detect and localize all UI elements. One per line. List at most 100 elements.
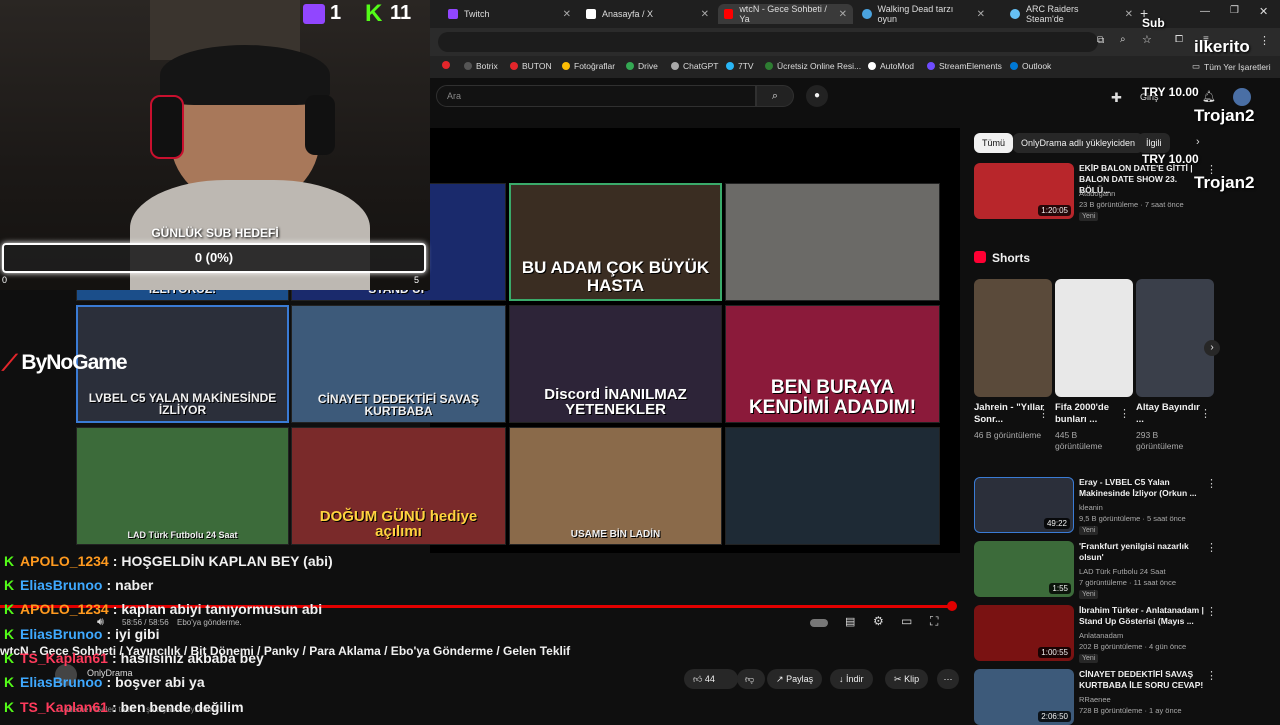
tab-youtube[interactable]: wtcN - Gece Sohbeti / Ya ✕ <box>718 4 853 24</box>
chevron-right-icon[interactable]: › <box>1204 340 1220 356</box>
download-button[interactable]: ↓ İndir <box>830 669 873 689</box>
clip-button[interactable]: ✂ Klip <box>885 669 929 689</box>
bookmark-drive[interactable]: Drive <box>626 61 658 71</box>
url-field[interactable] <box>438 32 1098 52</box>
rec-video-2[interactable]: 49:22 Eray - LVBEL C5 Yalan Makinesinde … <box>974 477 1217 535</box>
thumbs-up-icon: 👍︎ <box>693 674 703 684</box>
rec-meta: 7 görüntüleme · 11 saat önce <box>1079 578 1177 587</box>
more-icon[interactable]: ⋮ <box>1206 163 1217 176</box>
all-bookmarks[interactable]: ▭ Tüm Yer İşaretleri <box>1192 61 1271 72</box>
rec-video-5[interactable]: 2:06:50 CİNAYET DEDEKTİFİ SAVAŞ KURTBABA… <box>974 669 1217 725</box>
streamelements-icon <box>927 62 935 70</box>
close-icon[interactable]: ✕ <box>701 9 709 20</box>
more-icon[interactable]: ⋮ <box>1200 407 1211 420</box>
more-icon[interactable]: ⋮ <box>1206 669 1217 682</box>
search-input[interactable]: Ara <box>436 85 756 107</box>
fullscreen-icon[interactable]: ⛶ <box>930 614 938 629</box>
bookmark-outlook[interactable]: Outlook <box>1010 61 1051 71</box>
chip-all[interactable]: Tümü <box>974 133 1014 153</box>
new-badge: Yeni <box>1079 590 1099 599</box>
rec-channel: Atadogann <box>1079 189 1116 198</box>
settings-icon[interactable]: ⚙ <box>873 614 884 628</box>
chat-text: HOŞGELDİN KAPLAN BEY (abi) <box>121 553 333 569</box>
sub-goal-label: GÜNLÜK SUB HEDEFİ <box>151 226 279 240</box>
tab-twitch[interactable]: Twitch ✕ <box>442 4 577 24</box>
short-2[interactable] <box>1055 279 1133 397</box>
bookmark-streamelements[interactable]: StreamElements <box>927 61 1002 71</box>
bookmark-automod[interactable]: AutoMod <box>868 61 914 71</box>
more-icon[interactable]: ⋮ <box>1038 407 1049 420</box>
chat-username: EliasBrunoo <box>20 626 103 642</box>
rec-video-1[interactable]: 1:20:05 EKİP BALON DATE'E GİTTİ | BALON … <box>974 163 1217 223</box>
bookmark-resize[interactable]: Ücretsiz Online Resi... <box>765 61 861 71</box>
short-3[interactable] <box>1136 279 1214 397</box>
chip-related[interactable]: İlgili <box>1138 133 1170 153</box>
tab-steam[interactable]: ARC Raiders Steam'de ✕ <box>1004 4 1139 24</box>
theater-mode-icon[interactable]: ▭ <box>901 614 912 628</box>
endscreen-video-4[interactable] <box>725 183 940 301</box>
tab-walking-dead[interactable]: Walking Dead tarzı oyun ✕ <box>856 4 991 24</box>
endscreen-video-10[interactable]: DOĞUM GÜNÜ hediye açılımı <box>291 427 506 545</box>
youtube-icon <box>724 9 734 19</box>
endscreen-video-6[interactable]: CİNAYET DEDEKTİFİ SAVAŞ KURTBABA <box>291 305 506 423</box>
endscreen-video-9[interactable]: LAD Türk Futbolu 24 Saat <box>76 427 289 545</box>
endscreen-title: LAD Türk Futbolu 24 Saat <box>127 529 238 540</box>
scissors-icon: ✂ <box>894 674 902 684</box>
endscreen-video-3[interactable]: BU ADAM ÇOK BÜYÜK HASTA <box>509 183 722 301</box>
bookmark-buton[interactable]: BUTON <box>510 61 552 71</box>
like-button[interactable]: 👍︎ 44 <box>684 669 738 689</box>
avatar[interactable] <box>1233 88 1251 106</box>
rec-video-3[interactable]: 1:55 'Frankfurt yenilgisi nazarlık olsun… <box>974 541 1217 599</box>
close-icon[interactable]: ✕ <box>563 9 571 20</box>
endscreen-title: BEN BURAYA KENDİMİ ADADIM! <box>748 377 917 419</box>
bookmark-7tv[interactable]: 7TV <box>726 61 754 71</box>
create-icon[interactable]: ✚ <box>1111 90 1122 106</box>
bell-icon[interactable]: 🔔︎ <box>1202 90 1216 103</box>
endscreen-video-11[interactable]: USAME BİN LADİN <box>509 427 722 545</box>
dislike-button[interactable]: 👎︎ <box>737 669 765 689</box>
more-icon[interactable]: ⋮ <box>1119 407 1130 420</box>
endscreen-video-8[interactable]: BEN BURAYA KENDİMİ ADADIM! <box>725 305 940 423</box>
autoplay-toggle[interactable] <box>810 619 828 627</box>
close-icon[interactable]: ✕ <box>1125 9 1133 20</box>
more-actions-button[interactable]: ⋯ <box>937 669 959 689</box>
rec-video-4[interactable]: 1:00:55 İbrahim Türker - Anlatanadam | S… <box>974 605 1217 663</box>
bookmark-chatgpt[interactable]: ChatGPT <box>671 61 718 71</box>
more-icon[interactable]: ⋮ <box>1206 477 1217 490</box>
close-icon[interactable]: ✕ <box>977 9 985 20</box>
close-window-button[interactable]: ✕ <box>1259 5 1268 18</box>
tab-label: wtcN - Gece Sohbeti / Ya <box>739 4 827 24</box>
endscreen-video-7[interactable]: Discord İNANILMAZ YETENEKLER <box>509 305 722 423</box>
close-icon[interactable]: ✕ <box>839 9 847 20</box>
bookmark-photos[interactable]: Fotoğraflar <box>562 61 615 71</box>
maximize-button[interactable]: ❐ <box>1230 5 1239 16</box>
more-icon[interactable]: ⋮ <box>1206 541 1217 554</box>
extensions-icon[interactable]: ⧠ <box>1175 34 1183 45</box>
short-1[interactable] <box>974 279 1052 397</box>
endscreen-title <box>829 292 837 300</box>
share-button[interactable]: ↗ Paylaş <box>767 669 823 689</box>
bookmarks-bar: Botrix BUTON Fotoğraflar Drive ChatGPT 7… <box>430 56 1280 78</box>
bookmark-opera[interactable] <box>442 61 450 69</box>
rec-title: İbrahim Türker - Anlatanadam | Stand Up … <box>1079 605 1204 626</box>
chip-from-uploader[interactable]: OnlyDrama adlı yükleyiciden <box>1013 133 1144 153</box>
tab-x[interactable]: Anasayfa / X ✕ <box>580 4 715 24</box>
minimize-button[interactable]: — <box>1200 6 1210 17</box>
menu-icon[interactable]: ⋮ <box>1259 34 1270 47</box>
endscreen-video-12[interactable] <box>725 427 940 545</box>
subtitles-icon[interactable]: ▤ <box>845 615 855 628</box>
mic-button[interactable]: ● <box>806 85 828 107</box>
star-icon[interactable]: ☆ <box>1142 33 1152 46</box>
thumbs-down-icon: 👎︎ <box>745 674 755 684</box>
chat-text: hasılsınız akbaba bey <box>120 650 264 666</box>
photos-icon <box>562 62 570 70</box>
duration-badge: 1:20:05 <box>1038 205 1071 216</box>
chevron-right-icon[interactable]: › <box>1196 136 1200 148</box>
bookmark-botrix[interactable]: Botrix <box>464 61 498 71</box>
more-icon[interactable]: ⋮ <box>1206 605 1217 618</box>
search-button[interactable]: ⌕ <box>756 85 794 107</box>
install-icon[interactable]: ⧉ <box>1097 35 1104 46</box>
progress-scrubber[interactable] <box>947 601 957 611</box>
like-count: 44 <box>704 674 715 684</box>
zoom-icon[interactable]: ⌕ <box>1120 34 1126 45</box>
